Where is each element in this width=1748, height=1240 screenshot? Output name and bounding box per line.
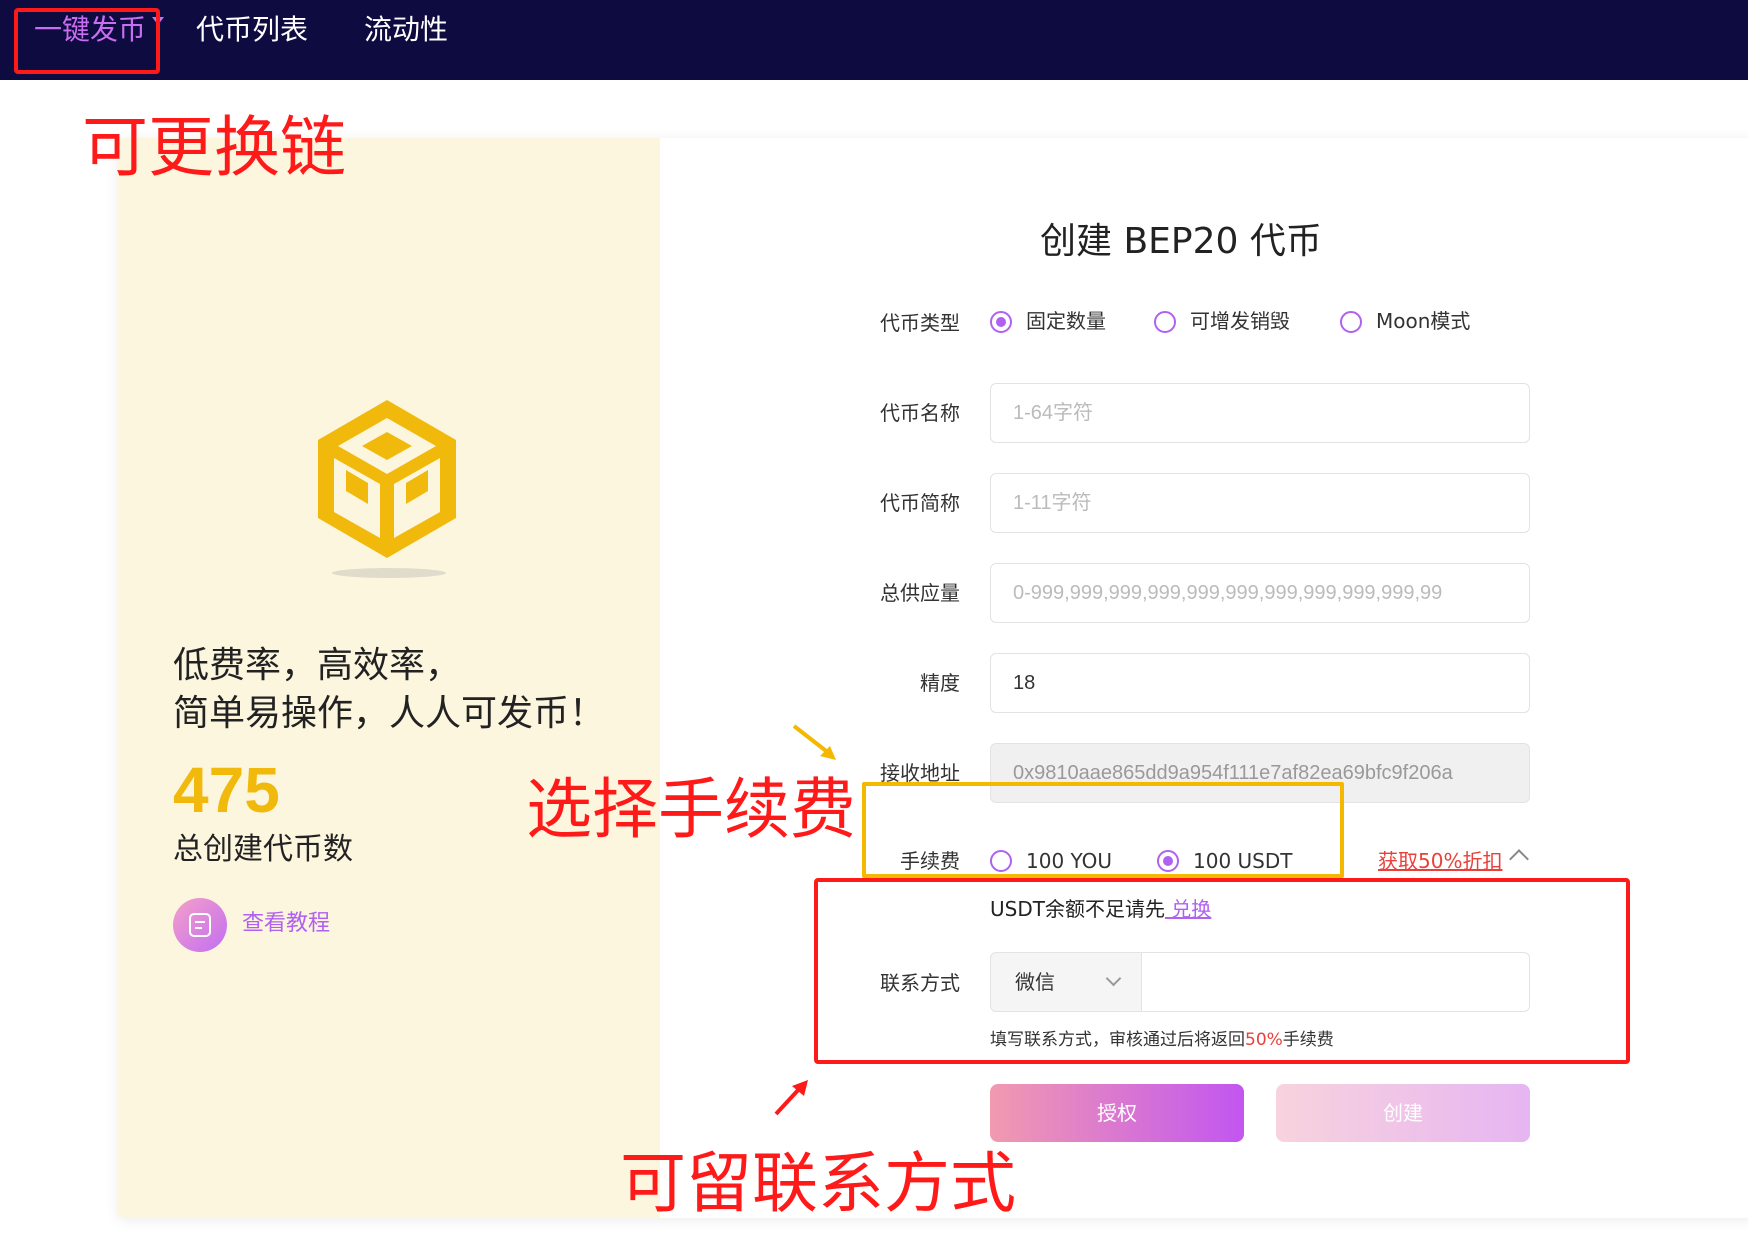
radio-mintable-burnable-label[interactable]: 可增发销毁 <box>1190 306 1290 336</box>
slogan-line-1: 低费率，高效率， <box>173 645 462 686</box>
slogan-line-2: 简单易操作，人人可发币！ <box>173 693 606 734</box>
top-nav: 一键发币 代币列表 流动性 <box>0 0 1748 80</box>
radio-mintable-burnable[interactable] <box>1154 311 1176 333</box>
radio-moon-mode[interactable] <box>1340 311 1362 333</box>
radio-fixed-supply[interactable] <box>990 311 1012 333</box>
annotation-text-contact: 可留联系方式 <box>620 1145 1016 1222</box>
decimals-input[interactable]: 18 <box>990 653 1530 713</box>
logo-shadow <box>332 568 446 578</box>
token-count: 475 <box>173 754 280 826</box>
token-symbol-input[interactable]: 1-11字符 <box>990 473 1530 533</box>
radio-fixed-supply-label[interactable]: 固定数量 <box>1026 306 1106 336</box>
bnb-cube-logo <box>318 400 456 558</box>
annotation-box-fee <box>862 782 1344 878</box>
tutorial-link[interactable]: 查看教程 <box>242 908 330 940</box>
annotation-box-chain <box>14 8 160 74</box>
page-root: { "nav": { "items": [ {"label": "一键发币", … <box>0 0 1748 1240</box>
nav-item-liquidity[interactable]: 流动性 <box>364 10 448 50</box>
token-name-input[interactable]: 1-64字符 <box>990 383 1530 443</box>
tutorial-icon[interactable] <box>173 898 227 952</box>
token-name-label: 代币名称 <box>880 401 960 425</box>
create-button[interactable]: 创建 <box>1276 1084 1530 1142</box>
annotation-box-contact <box>814 878 1630 1064</box>
token-symbol-label: 代币简称 <box>880 491 960 515</box>
form-title: 创建 BEP20 代币 <box>1040 221 1322 262</box>
total-supply-input[interactable]: 0-999,999,999,999,999,999,999,999,999,99… <box>990 563 1530 623</box>
radio-moon-mode-label[interactable]: Moon模式 <box>1376 306 1470 336</box>
total-supply-label: 总供应量 <box>880 581 960 605</box>
annotation-text-fee: 选择手续费 <box>526 771 856 848</box>
nav-item-token-list[interactable]: 代币列表 <box>196 10 308 50</box>
decimals-label: 精度 <box>920 671 960 695</box>
discount-link[interactable]: 获取50%折扣 <box>1378 846 1502 876</box>
token-type-label: 代币类型 <box>880 311 960 335</box>
left-promo-panel: 低费率，高效率， 简单易操作，人人可发币！ 475 总创建代币数 查看教程 <box>118 138 660 1218</box>
approve-button[interactable]: 授权 <box>990 1084 1244 1142</box>
annotation-text-chain: 可更换链 <box>82 109 346 186</box>
annotation-arrow-fee <box>792 724 836 760</box>
annotation-arrow-contact <box>774 1080 808 1116</box>
token-count-label: 总创建代币数 <box>173 832 353 867</box>
